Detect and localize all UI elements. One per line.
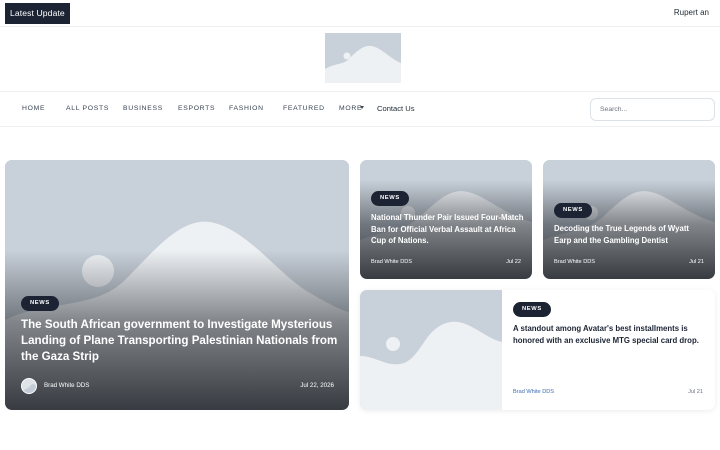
- post-title[interactable]: A standout among Avatar's best installme…: [513, 323, 705, 346]
- nav-fashion[interactable]: FASHION: [229, 105, 264, 112]
- post-title[interactable]: National Thunder Pair Issued Four-Match …: [371, 212, 525, 247]
- category-badge[interactable]: NEWS: [371, 191, 409, 206]
- category-badge[interactable]: NEWS: [513, 302, 551, 317]
- post-date: Jul 22, 2026: [300, 382, 334, 389]
- post-title[interactable]: Decoding the True Legends of Wyatt Earp …: [554, 223, 708, 246]
- post-card[interactable]: NEWS National Thunder Pair Issued Four-M…: [360, 160, 532, 279]
- featured-post-card[interactable]: NEWS The South African government to Inv…: [5, 160, 349, 410]
- category-badge[interactable]: NEWS: [21, 296, 59, 311]
- site-logo[interactable]: [325, 33, 401, 83]
- post-card[interactable]: NEWS Decoding the True Legends of Wyatt …: [543, 160, 715, 279]
- user-name[interactable]: Rupert an: [674, 8, 709, 17]
- search-input[interactable]: [590, 98, 715, 121]
- nav-all-posts[interactable]: ALL POSTS: [66, 105, 109, 112]
- image-placeholder-icon: [360, 290, 502, 410]
- post-author[interactable]: Brad White DDS: [554, 259, 595, 265]
- post-author[interactable]: Brad White DDS: [513, 389, 554, 395]
- post-date: Jul 21: [688, 389, 703, 395]
- nav-featured[interactable]: FEATURED: [283, 105, 325, 112]
- post-date: Jul 21: [689, 259, 704, 265]
- image-placeholder-icon: [325, 33, 401, 83]
- post-date: Jul 22: [506, 259, 521, 265]
- post-card[interactable]: NEWS A standout among Avatar's best inst…: [360, 290, 715, 410]
- main-nav: HOME ALL POSTS BUSINESS ESPORTS FASHION …: [0, 91, 720, 127]
- nav-more[interactable]: MORE: [339, 105, 362, 112]
- nav-contact-us[interactable]: Contact Us: [377, 104, 415, 113]
- post-author[interactable]: Brad White DDS: [371, 259, 412, 265]
- post-author[interactable]: Brad White DDS: [44, 382, 89, 389]
- nav-business[interactable]: BUSINESS: [123, 105, 163, 112]
- chevron-down-icon[interactable]: [360, 106, 364, 109]
- nav-home[interactable]: HOME: [22, 105, 45, 112]
- avatar[interactable]: [21, 378, 37, 394]
- nav-esports[interactable]: ESPORTS: [178, 105, 215, 112]
- top-bar: Latest Update Rupert an: [0, 0, 720, 27]
- latest-update-label: Latest Update: [5, 3, 70, 24]
- category-badge[interactable]: NEWS: [554, 203, 592, 218]
- post-title[interactable]: The South African government to Investig…: [21, 317, 339, 364]
